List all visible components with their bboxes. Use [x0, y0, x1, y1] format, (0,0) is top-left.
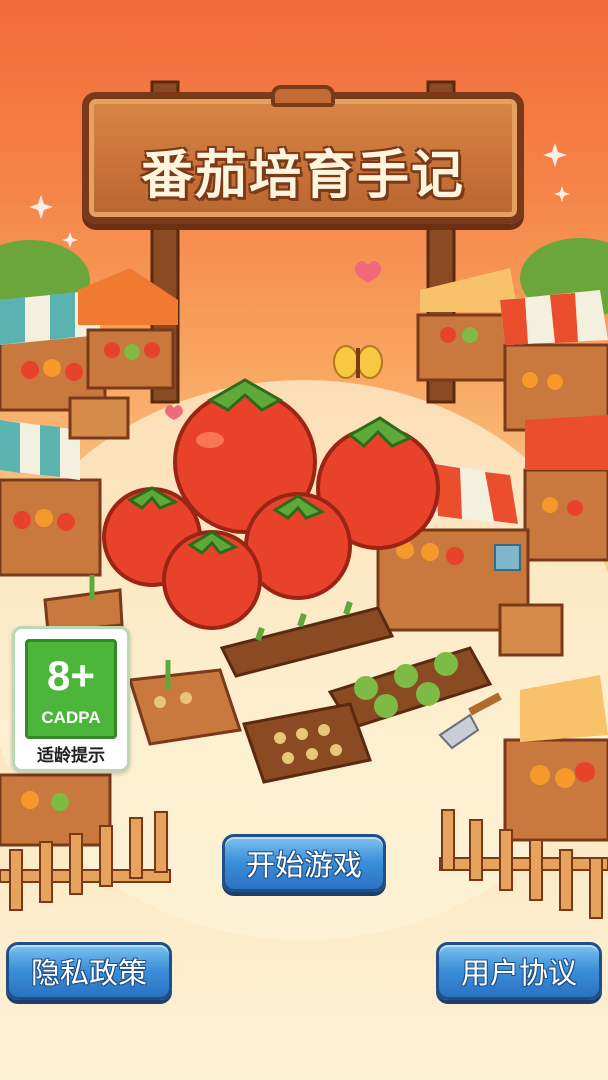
age-rating-note: 适龄提示 — [37, 746, 105, 766]
heart-decoration — [354, 261, 382, 283]
stall-left-mid — [0, 420, 102, 577]
crate-right — [498, 603, 564, 657]
start-game-button[interactable]: 开始游戏 — [222, 834, 386, 892]
butterfly — [333, 345, 383, 379]
age-rating-badge: 8+ CADPA 适龄提示 — [12, 626, 130, 772]
user-agreement-button[interactable]: 用户协议 — [436, 942, 602, 1000]
stall-right-mid — [523, 415, 608, 562]
stall-right-bottom — [503, 675, 608, 842]
age-rating-org: CADPA — [41, 708, 101, 727]
age-rating-value: 8+ — [47, 652, 95, 699]
age-rating-panel: 8+ CADPA — [25, 639, 117, 739]
stall-right-upper — [500, 290, 608, 432]
game-title: 番茄培育手记 — [140, 146, 465, 206]
crate-left — [68, 396, 130, 440]
title-sign: 番茄培育手记 — [82, 85, 524, 224]
sign-ornament — [271, 85, 335, 107]
stall-left-bottom — [0, 773, 112, 847]
title-screen: 番茄培育手记 8+ CADPA 适龄提示 开始游戏 隐私政策 用户协议 — [0, 0, 608, 1080]
privacy-policy-button[interactable]: 隐私政策 — [6, 942, 172, 1000]
